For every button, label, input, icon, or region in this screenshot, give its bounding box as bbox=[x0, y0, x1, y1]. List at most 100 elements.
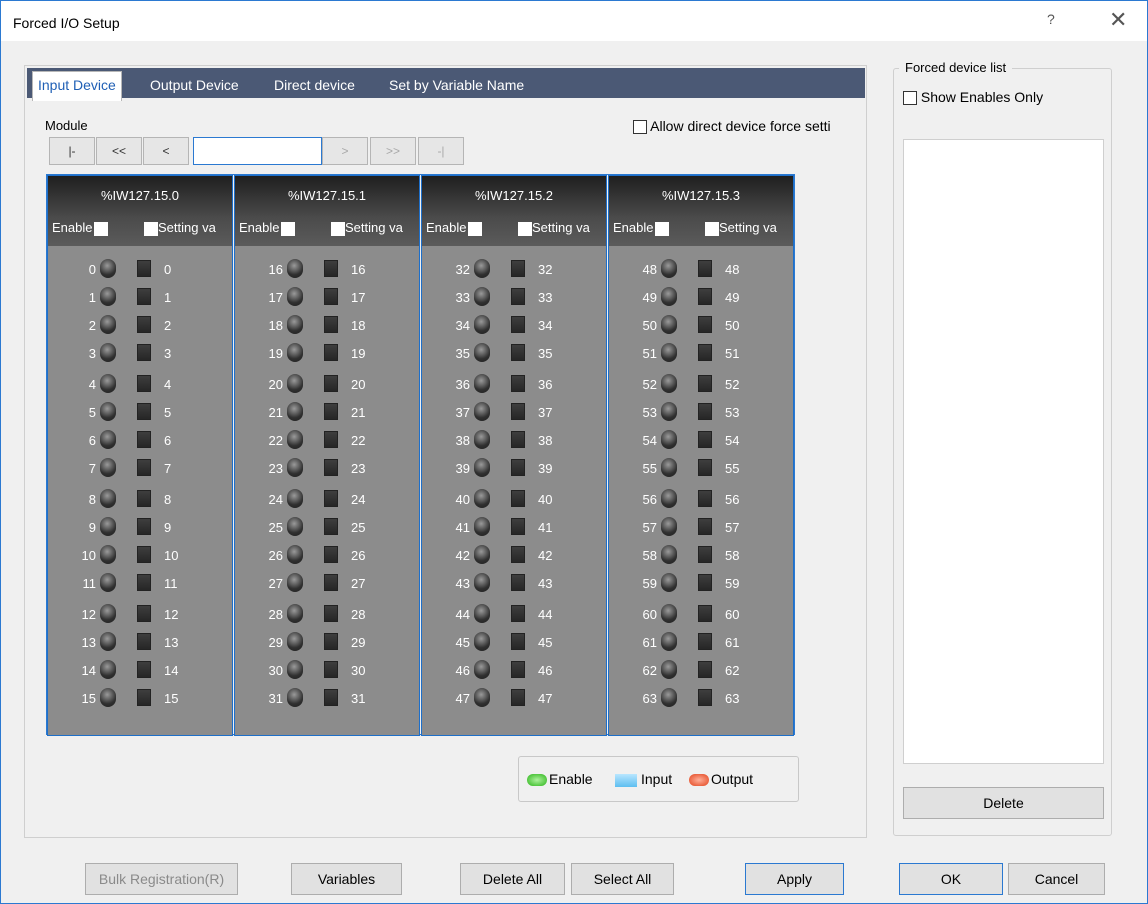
input-state-icon[interactable] bbox=[511, 459, 525, 476]
enable-led-icon[interactable] bbox=[474, 573, 490, 592]
enable-led-icon[interactable] bbox=[661, 517, 677, 536]
tab-set-by-variable-name[interactable]: Set by Variable Name bbox=[384, 72, 529, 98]
input-state-icon[interactable] bbox=[511, 574, 525, 591]
enable-led-icon[interactable] bbox=[100, 660, 116, 679]
enable-led-icon[interactable] bbox=[661, 545, 677, 564]
enable-led-icon[interactable] bbox=[474, 489, 490, 508]
input-state-icon[interactable] bbox=[511, 403, 525, 420]
enable-led-icon[interactable] bbox=[661, 287, 677, 306]
enable-led-icon[interactable] bbox=[661, 259, 677, 278]
input-state-icon[interactable] bbox=[137, 316, 151, 333]
next-module-button[interactable]: > bbox=[322, 137, 368, 165]
allow-direct-force-box[interactable] bbox=[633, 120, 647, 135]
input-state-icon[interactable] bbox=[137, 574, 151, 591]
enable-led-icon[interactable] bbox=[661, 660, 677, 679]
input-state-icon[interactable] bbox=[137, 605, 151, 622]
enable-led-icon[interactable] bbox=[287, 604, 303, 623]
show-enables-box[interactable] bbox=[903, 91, 917, 106]
enable-led-icon[interactable] bbox=[474, 660, 490, 679]
input-state-icon[interactable] bbox=[137, 288, 151, 305]
enable-led-icon[interactable] bbox=[287, 287, 303, 306]
enable-led-icon[interactable] bbox=[661, 374, 677, 393]
module-setting-checkbox[interactable] bbox=[331, 221, 345, 236]
enable-led-icon[interactable] bbox=[287, 545, 303, 564]
enable-led-icon[interactable] bbox=[661, 315, 677, 334]
prev-fast-button[interactable]: << bbox=[96, 137, 142, 165]
delete-all-button[interactable]: Delete All bbox=[460, 863, 565, 895]
module-setting-checkbox[interactable] bbox=[518, 221, 532, 236]
input-state-icon[interactable] bbox=[698, 518, 712, 535]
input-state-icon[interactable] bbox=[698, 288, 712, 305]
input-state-icon[interactable] bbox=[698, 403, 712, 420]
enable-led-icon[interactable] bbox=[287, 660, 303, 679]
enable-led-icon[interactable] bbox=[287, 259, 303, 278]
enable-led-icon[interactable] bbox=[474, 632, 490, 651]
enable-led-icon[interactable] bbox=[474, 430, 490, 449]
module-setting-checkbox[interactable] bbox=[144, 221, 158, 236]
input-state-icon[interactable] bbox=[324, 689, 338, 706]
enable-led-icon[interactable] bbox=[474, 402, 490, 421]
input-state-icon[interactable] bbox=[698, 375, 712, 392]
input-state-icon[interactable] bbox=[698, 661, 712, 678]
apply-button[interactable]: Apply bbox=[745, 863, 844, 895]
input-state-icon[interactable] bbox=[698, 260, 712, 277]
enable-led-icon[interactable] bbox=[100, 688, 116, 707]
input-state-icon[interactable] bbox=[324, 574, 338, 591]
input-state-icon[interactable] bbox=[137, 518, 151, 535]
input-state-icon[interactable] bbox=[324, 633, 338, 650]
enable-led-icon[interactable] bbox=[661, 573, 677, 592]
enable-led-icon[interactable] bbox=[100, 458, 116, 477]
enable-led-icon[interactable] bbox=[100, 632, 116, 651]
enable-led-icon[interactable] bbox=[474, 604, 490, 623]
enable-led-icon[interactable] bbox=[100, 343, 116, 362]
enable-led-icon[interactable] bbox=[287, 573, 303, 592]
forced-device-list[interactable] bbox=[903, 139, 1104, 764]
enable-led-icon[interactable] bbox=[100, 489, 116, 508]
input-state-icon[interactable] bbox=[511, 605, 525, 622]
input-state-icon[interactable] bbox=[137, 260, 151, 277]
enable-led-icon[interactable] bbox=[661, 604, 677, 623]
input-state-icon[interactable] bbox=[698, 431, 712, 448]
input-state-icon[interactable] bbox=[137, 661, 151, 678]
input-state-icon[interactable] bbox=[511, 518, 525, 535]
bulk-registration-button[interactable]: Bulk Registration(R) bbox=[85, 863, 238, 895]
enable-led-icon[interactable] bbox=[287, 430, 303, 449]
input-state-icon[interactable] bbox=[698, 605, 712, 622]
enable-led-icon[interactable] bbox=[287, 489, 303, 508]
prev-module-button[interactable]: < bbox=[143, 137, 189, 165]
module-setting-value[interactable]: Setting va bbox=[516, 220, 590, 236]
input-state-icon[interactable] bbox=[137, 459, 151, 476]
input-state-icon[interactable] bbox=[511, 490, 525, 507]
enable-led-icon[interactable] bbox=[661, 430, 677, 449]
input-state-icon[interactable] bbox=[511, 546, 525, 563]
module-input[interactable] bbox=[193, 137, 322, 165]
enable-led-icon[interactable] bbox=[474, 688, 490, 707]
enable-led-icon[interactable] bbox=[474, 374, 490, 393]
enable-led-icon[interactable] bbox=[661, 343, 677, 362]
input-state-icon[interactable] bbox=[137, 490, 151, 507]
enable-led-icon[interactable] bbox=[661, 632, 677, 651]
input-state-icon[interactable] bbox=[324, 431, 338, 448]
enable-led-icon[interactable] bbox=[100, 402, 116, 421]
input-state-icon[interactable] bbox=[324, 459, 338, 476]
input-state-icon[interactable] bbox=[511, 661, 525, 678]
module-setting-checkbox[interactable] bbox=[705, 221, 719, 236]
enable-led-icon[interactable] bbox=[100, 287, 116, 306]
input-state-icon[interactable] bbox=[511, 344, 525, 361]
enable-led-icon[interactable] bbox=[100, 573, 116, 592]
enable-led-icon[interactable] bbox=[661, 688, 677, 707]
input-state-icon[interactable] bbox=[698, 689, 712, 706]
input-state-icon[interactable] bbox=[698, 490, 712, 507]
tab-input-device[interactable]: Input Device bbox=[32, 71, 122, 101]
input-state-icon[interactable] bbox=[324, 316, 338, 333]
input-state-icon[interactable] bbox=[324, 344, 338, 361]
enable-led-icon[interactable] bbox=[287, 688, 303, 707]
input-state-icon[interactable] bbox=[511, 375, 525, 392]
input-state-icon[interactable] bbox=[324, 518, 338, 535]
input-state-icon[interactable] bbox=[324, 288, 338, 305]
first-module-button[interactable]: |- bbox=[49, 137, 95, 165]
input-state-icon[interactable] bbox=[698, 633, 712, 650]
input-state-icon[interactable] bbox=[698, 316, 712, 333]
input-state-icon[interactable] bbox=[324, 661, 338, 678]
input-state-icon[interactable] bbox=[324, 546, 338, 563]
